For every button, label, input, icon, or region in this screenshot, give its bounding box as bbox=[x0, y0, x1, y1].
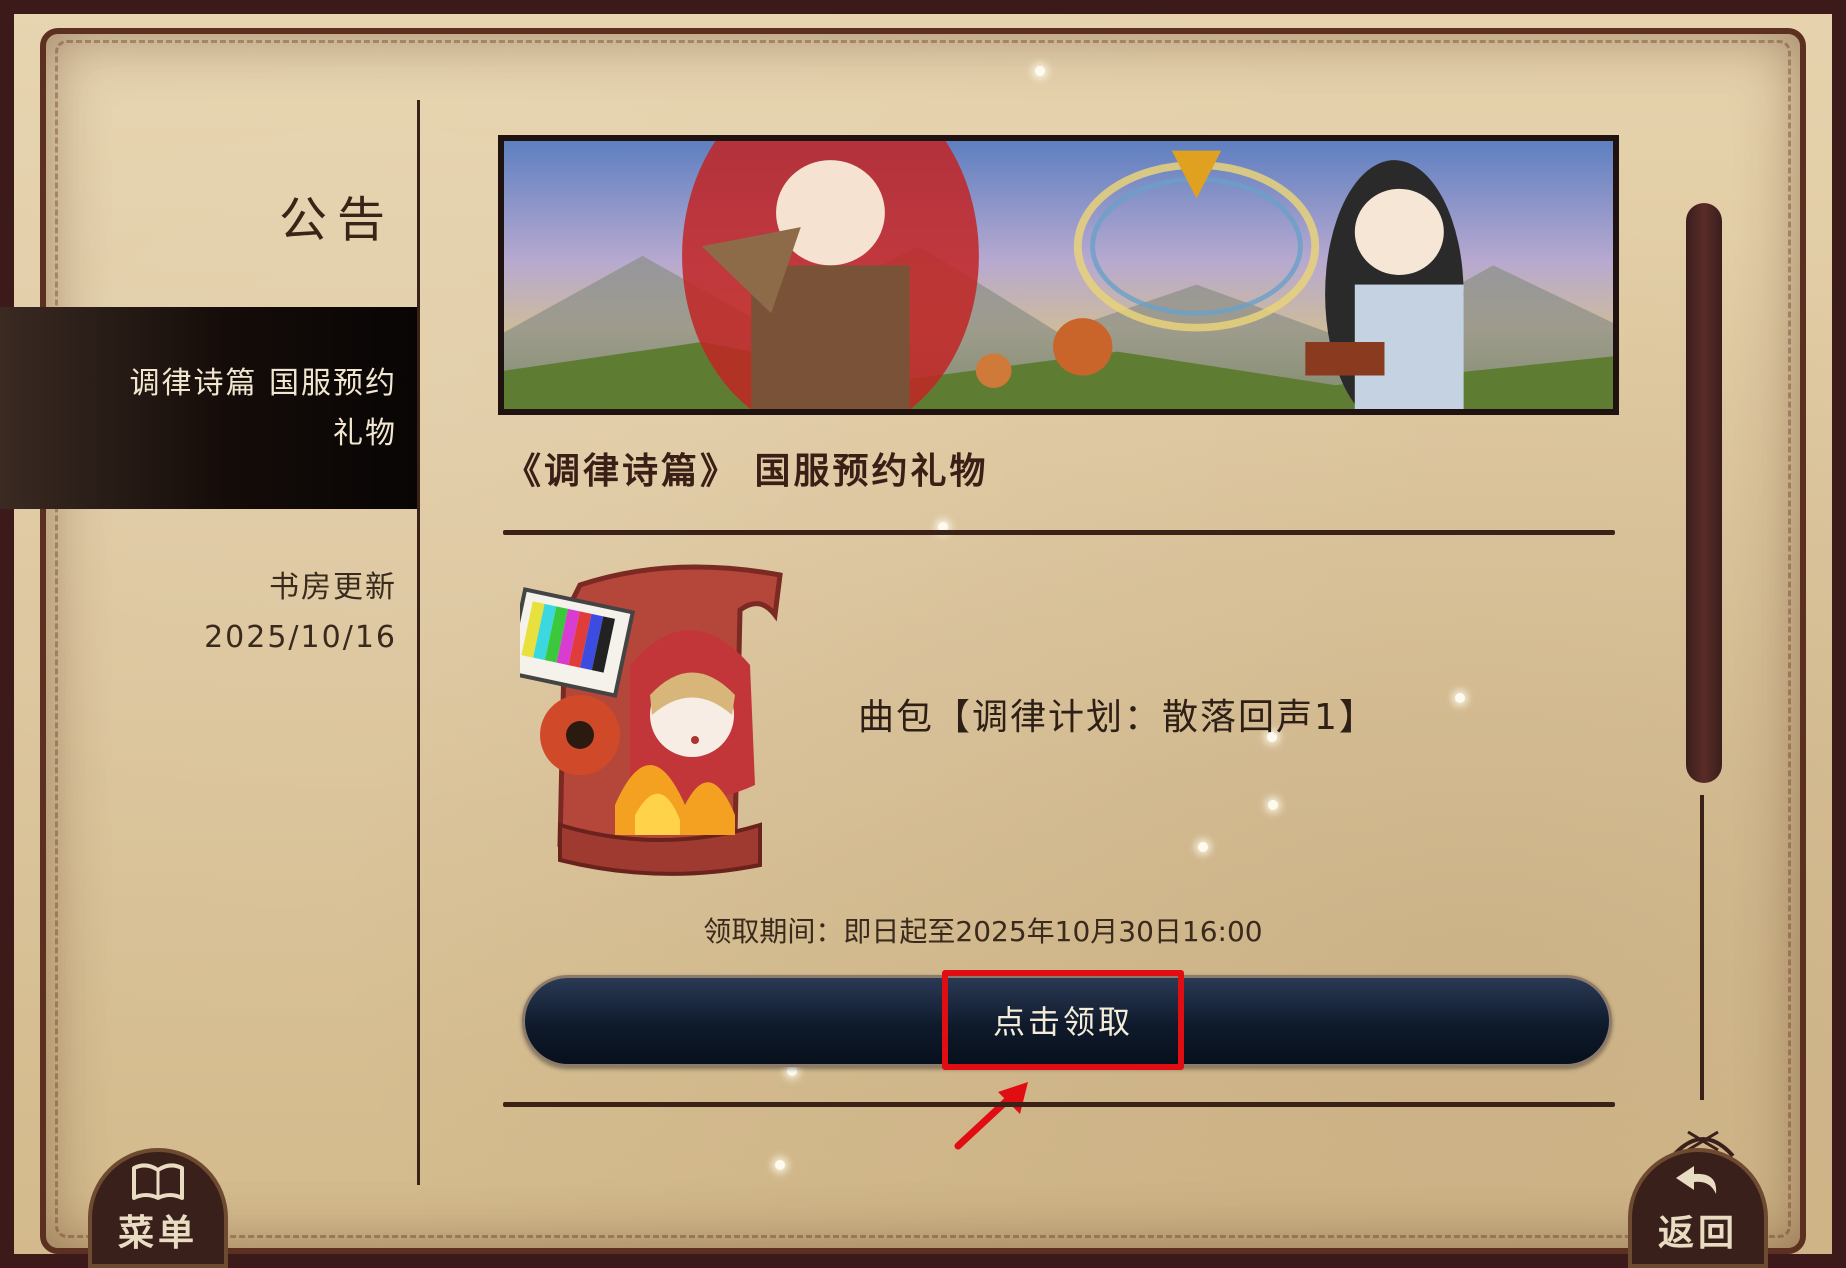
menu-button-label: 菜单 bbox=[117, 1212, 198, 1254]
return-arrow-icon bbox=[1676, 1166, 1717, 1194]
announcement-banner-image bbox=[498, 135, 1619, 415]
sparkle-decoration bbox=[1035, 66, 1045, 76]
divider-line bbox=[503, 1102, 1615, 1107]
pointer-arrow-icon bbox=[954, 1082, 1028, 1150]
sidebar-item-label: 调律诗篇 国服预约 bbox=[129, 366, 397, 401]
back-button-label: 返回 bbox=[1657, 1212, 1738, 1254]
sidebar-item-label: 礼物 bbox=[333, 416, 397, 451]
sidebar-divider bbox=[417, 100, 420, 1185]
scrollbar-thumb[interactable] bbox=[1686, 203, 1722, 783]
open-book-icon bbox=[132, 1163, 184, 1200]
sidebar-item-date: 2025/10/16 bbox=[204, 620, 397, 655]
sparkle-decoration bbox=[1268, 800, 1278, 810]
sparkle-decoration bbox=[1455, 693, 1465, 703]
announcement-title: 《调律诗篇》 国服预约礼物 bbox=[505, 451, 989, 492]
sparkle-decoration bbox=[775, 1160, 785, 1170]
claim-period-text: 领取期间：即日起至2025年10月30日16:00 bbox=[703, 915, 1263, 948]
scroll-character-icon bbox=[505, 555, 810, 885]
sparkle-decoration bbox=[1198, 842, 1208, 852]
claim-button[interactable]: 点击领取 bbox=[942, 970, 1184, 1070]
sidebar-item-label: 书房更新 bbox=[269, 570, 397, 605]
divider-line bbox=[503, 530, 1615, 535]
sparkle-decoration bbox=[787, 1066, 797, 1076]
sidebar-item-study-update[interactable]: 书房更新 2025/10/16 bbox=[0, 563, 417, 663]
claim-button-label: 点击领取 bbox=[992, 1003, 1133, 1041]
reward-name: 曲包【调律计划：散落回声1】 bbox=[858, 697, 1377, 738]
sidebar-item-reservation-gift[interactable]: 调律诗篇 国服预约 礼物 bbox=[0, 307, 417, 509]
sidebar-title: 公告 bbox=[278, 192, 395, 248]
